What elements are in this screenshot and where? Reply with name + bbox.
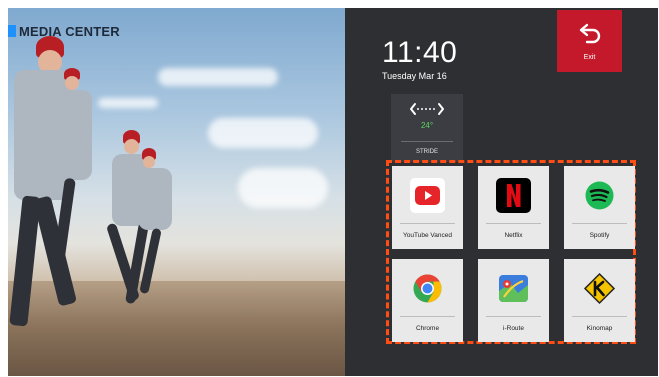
stride-widget[interactable]: 24° STRIDE <box>391 94 463 162</box>
app-tile-chrome[interactable]: Chrome <box>392 259 463 342</box>
app-tile-spotify[interactable]: Spotify <box>564 166 635 249</box>
media-center-screen: MEDIA CENTER 11:40 Tuesday Mar 16 Exit 2 <box>8 8 658 376</box>
background-photo-runners: MEDIA CENTER <box>8 8 345 376</box>
app-label: YouTube Vanced <box>403 232 452 239</box>
map-route-icon <box>496 271 531 306</box>
stride-label: STRIDE <box>415 149 438 155</box>
kinomap-icon <box>582 271 617 306</box>
media-center-title: MEDIA CENTER <box>8 22 120 40</box>
stride-divider <box>401 141 453 142</box>
spotify-icon <box>582 178 617 213</box>
stride-arrows-icon <box>391 102 463 119</box>
app-tile-kinomap[interactable]: Kinomap <box>564 259 635 342</box>
title-accent-bar <box>8 25 16 37</box>
launcher-panel: 11:40 Tuesday Mar 16 Exit 24° STRIDE You… <box>345 8 658 376</box>
clock-time: 11:40 <box>382 36 458 69</box>
app-tile-i-route[interactable]: i-Route <box>478 259 549 342</box>
app-label: Chrome <box>415 325 440 332</box>
exit-label: Exit <box>583 54 596 61</box>
youtube-icon <box>410 178 445 213</box>
media-center-title-text: MEDIA CENTER <box>19 23 120 39</box>
chrome-icon <box>410 271 445 306</box>
clock-date: Tuesday Mar 16 <box>382 71 447 81</box>
app-label: Spotify <box>589 232 610 239</box>
app-tile-youtube-vanced[interactable]: YouTube Vanced <box>392 166 463 249</box>
stride-temperature: 24° <box>420 121 434 130</box>
exit-arrow-icon <box>557 22 622 48</box>
exit-button[interactable]: Exit <box>557 10 622 72</box>
app-label: i-Route <box>503 325 524 332</box>
netflix-icon <box>496 178 531 213</box>
app-label: Kinomap <box>586 325 613 332</box>
app-label: Netflix <box>504 232 523 239</box>
app-tile-netflix[interactable]: Netflix <box>478 166 549 249</box>
